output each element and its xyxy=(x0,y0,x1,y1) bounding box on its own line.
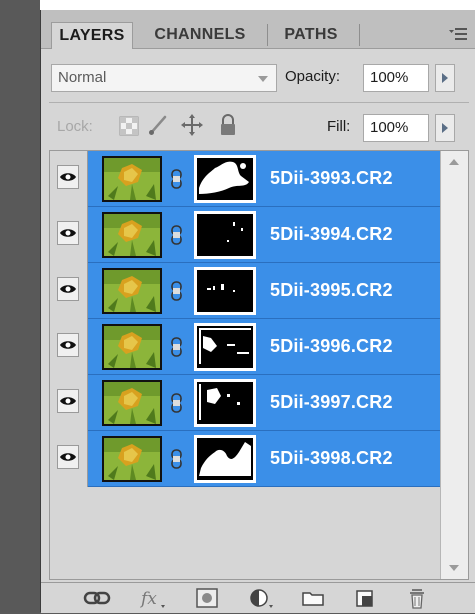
new-layer-icon[interactable] xyxy=(351,587,379,609)
scroll-up-icon[interactable] xyxy=(449,159,459,165)
layer-list-scrollbar[interactable] xyxy=(440,151,468,579)
blend-mode-value: Normal xyxy=(58,69,107,86)
layer-name[interactable]: 5Dii-3995.CR2 xyxy=(270,280,393,301)
fill-label: Fill: xyxy=(327,118,351,135)
visibility-cell[interactable] xyxy=(50,319,88,375)
visibility-cell[interactable] xyxy=(50,375,88,431)
panel-tab-bar: LAYERS CHANNELS PATHS xyxy=(41,10,475,49)
layer-thumbnail xyxy=(102,268,162,314)
adjustment-layer-icon[interactable] xyxy=(247,587,275,609)
layers-panel: LAYERS CHANNELS PATHS Normal Opacity: 10… xyxy=(40,10,475,613)
chevron-down-icon xyxy=(258,76,268,82)
layer-mask-thumbnail[interactable] xyxy=(194,155,256,203)
blend-mode-select[interactable]: Normal xyxy=(51,64,277,92)
scroll-down-icon[interactable] xyxy=(449,565,459,571)
layer-row[interactable]: 5Dii-3998.CR2 xyxy=(50,431,440,487)
visibility-cell[interactable] xyxy=(50,207,88,263)
layer-thumbnail xyxy=(102,436,162,482)
lock-label: Lock: xyxy=(57,118,93,135)
add-mask-icon[interactable] xyxy=(193,587,221,609)
layer-name[interactable]: 5Dii-3996.CR2 xyxy=(270,336,393,357)
link-layers-icon[interactable] xyxy=(83,587,111,609)
eye-icon[interactable] xyxy=(57,221,79,245)
opacity-label: Opacity: xyxy=(285,68,341,85)
layer-thumbnail xyxy=(102,380,162,426)
mask-link-icon[interactable] xyxy=(170,448,184,470)
lock-transparency-icon[interactable] xyxy=(119,116,139,141)
mask-link-icon[interactable] xyxy=(170,168,184,190)
mask-link-icon[interactable] xyxy=(170,336,184,358)
layer-mask-thumbnail[interactable] xyxy=(194,323,256,371)
tab-paths[interactable]: PATHS xyxy=(271,22,351,48)
fill-slider-button[interactable] xyxy=(435,114,455,142)
mask-link-icon[interactable] xyxy=(170,280,184,302)
layer-name[interactable]: 5Dii-3997.CR2 xyxy=(270,392,393,413)
panel-menu-icon[interactable] xyxy=(449,27,467,41)
divider xyxy=(49,102,469,103)
mask-link-icon[interactable] xyxy=(170,224,184,246)
layer-mask-thumbnail[interactable] xyxy=(194,435,256,483)
lock-image-pixels-icon[interactable] xyxy=(147,114,169,141)
layer-row[interactable]: 5Dii-3997.CR2 xyxy=(50,375,440,431)
svg-text:fx: fx xyxy=(139,589,157,609)
layer-thumbnail xyxy=(102,212,162,258)
layer-thumbnail xyxy=(102,324,162,370)
eye-icon[interactable] xyxy=(57,445,79,469)
layer-row[interactable]: 5Dii-3994.CR2 xyxy=(50,207,440,263)
opacity-slider-button[interactable] xyxy=(435,64,455,92)
fx-icon[interactable]: fx xyxy=(139,587,167,609)
layer-thumbnail xyxy=(102,156,162,202)
fill-input[interactable]: 100% xyxy=(363,114,429,142)
layer-mask-thumbnail[interactable] xyxy=(194,267,256,315)
layer-name[interactable]: 5Dii-3998.CR2 xyxy=(270,448,393,469)
mask-link-icon[interactable] xyxy=(170,392,184,414)
lock-all-icon[interactable] xyxy=(219,114,237,141)
delete-layer-icon[interactable] xyxy=(403,587,431,609)
eye-icon[interactable] xyxy=(57,333,79,357)
eye-icon[interactable] xyxy=(57,389,79,413)
tab-separator xyxy=(359,24,360,46)
window-top-strip xyxy=(0,0,475,10)
tab-separator xyxy=(267,24,268,46)
eye-icon[interactable] xyxy=(57,277,79,301)
eye-icon[interactable] xyxy=(57,165,79,189)
layer-name[interactable]: 5Dii-3994.CR2 xyxy=(270,224,393,245)
visibility-cell[interactable] xyxy=(50,431,88,487)
layer-mask-thumbnail[interactable] xyxy=(194,211,256,259)
layer-row[interactable]: 5Dii-3995.CR2 xyxy=(50,263,440,319)
layer-row[interactable]: 5Dii-3993.CR2 xyxy=(50,151,440,207)
layers-bottom-toolbar: fx xyxy=(41,582,475,613)
layer-row[interactable]: 5Dii-3996.CR2 xyxy=(50,319,440,375)
canvas-area-edge xyxy=(0,0,40,612)
visibility-cell[interactable] xyxy=(50,151,88,207)
new-group-icon[interactable] xyxy=(299,587,327,609)
layer-mask-thumbnail[interactable] xyxy=(194,379,256,427)
lock-position-icon[interactable] xyxy=(181,114,203,141)
tab-channels[interactable]: CHANNELS xyxy=(139,22,261,48)
tab-layers[interactable]: LAYERS xyxy=(51,22,133,49)
visibility-cell[interactable] xyxy=(50,263,88,319)
layer-name[interactable]: 5Dii-3993.CR2 xyxy=(270,168,393,189)
opacity-input[interactable]: 100% xyxy=(363,64,429,92)
layer-list: 5Dii-3993.CR2 5Dii-3994.CR2 5Dii-3995.CR2 5… xyxy=(49,150,469,580)
